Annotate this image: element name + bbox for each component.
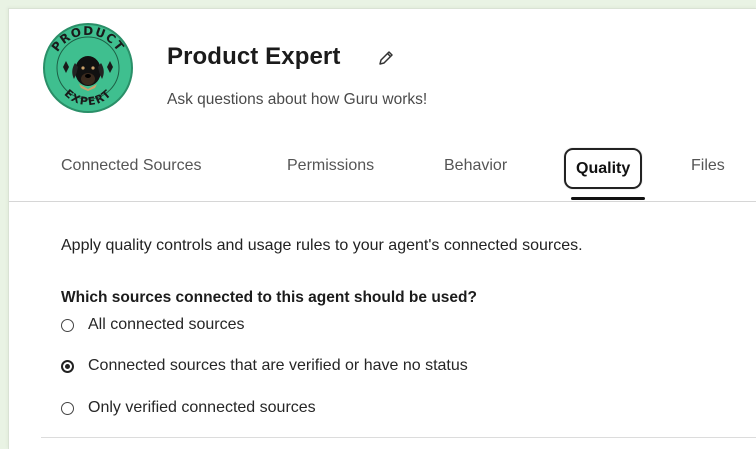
radio-button-selected[interactable] (61, 359, 74, 373)
tab-behavior[interactable]: Behavior (444, 157, 507, 175)
pencil-icon[interactable] (375, 47, 397, 69)
option-verified-or-no-status[interactable]: Connected sources that are verified or h… (61, 357, 468, 375)
option-only-verified[interactable]: Only verified connected sources (61, 399, 316, 417)
tab-connected-sources[interactable]: Connected Sources (61, 157, 202, 175)
settings-tabs: Connected Sources Permissions Behavior Q… (9, 148, 756, 202)
agent-description: Ask questions about how Guru works! (167, 91, 428, 108)
quality-intro: Apply quality controls and usage rules t… (61, 237, 583, 254)
tab-files[interactable]: Files (691, 157, 725, 175)
option-label: All connected sources (88, 316, 245, 333)
option-label: Only verified connected sources (88, 399, 316, 416)
agent-name: Product Expert (167, 43, 341, 70)
radio-button[interactable] (61, 318, 74, 332)
sources-question: Which sources connected to this agent sh… (61, 289, 477, 306)
agent-logo: PRODUCT EXPERT (43, 23, 133, 113)
agent-settings-panel: PRODUCT EXPERT Product Expert Ask questi… (8, 8, 756, 449)
option-all-sources[interactable]: All connected sources (61, 316, 245, 334)
option-label: Connected sources that are verified or h… (88, 357, 468, 374)
tab-permissions[interactable]: Permissions (287, 157, 374, 175)
tab-quality[interactable]: Quality (564, 148, 643, 189)
divider (41, 437, 756, 438)
active-tab-indicator (571, 197, 645, 200)
radio-button[interactable] (61, 401, 74, 415)
